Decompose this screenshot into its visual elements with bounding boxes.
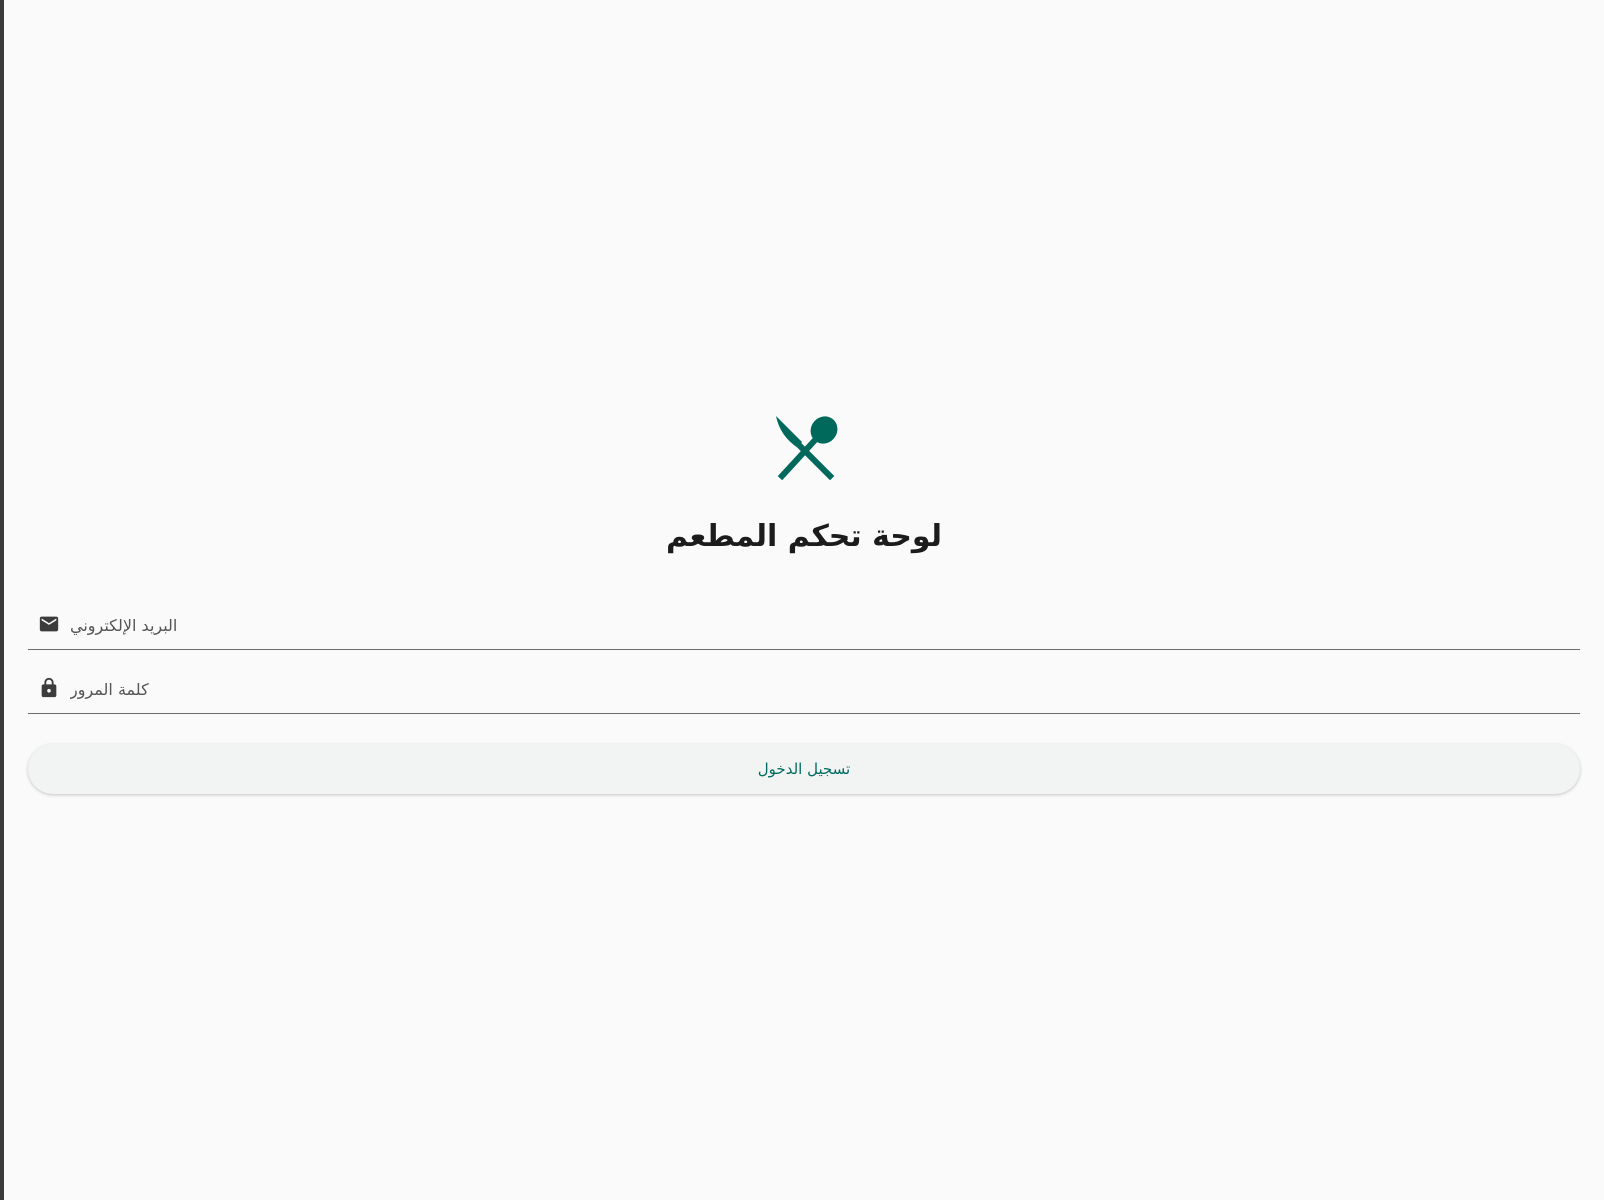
password-input[interactable] [70,671,1570,707]
email-field [28,603,1580,650]
lock-icon [38,677,60,699]
password-field [28,667,1580,714]
page-title: لوحة تحكم المطعم [666,519,942,554]
restaurant-icon [772,414,840,480]
email-input[interactable] [70,607,1570,643]
login-button[interactable]: تسجيل الدخول [28,744,1580,794]
email-icon [38,613,60,635]
login-screen: لوحة تحكم المطعم تسجيل الدخول [4,0,1604,1200]
